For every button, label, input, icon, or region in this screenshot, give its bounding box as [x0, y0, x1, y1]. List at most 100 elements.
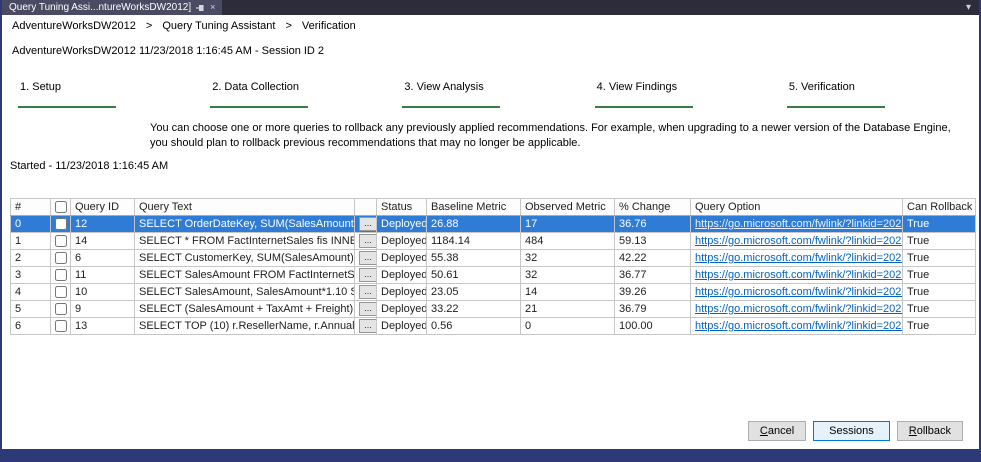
step-label: 4. View Findings: [596, 81, 678, 93]
column-header-query-id[interactable]: Query ID: [70, 197, 135, 216]
expand-query-text-button[interactable]: ...: [359, 216, 376, 231]
query-option-link[interactable]: https://go.microsoft.com/fwlink/?linkid=…: [695, 235, 902, 247]
table-row[interactable]: 5 9 SELECT (SalesAmount + TaxAmt + Freig…: [10, 299, 976, 318]
query-option-link[interactable]: https://go.microsoft.com/fwlink/?linkid=…: [695, 252, 902, 264]
column-header-query-text[interactable]: Query Text: [134, 197, 355, 216]
table-row[interactable]: 1 14 SELECT * FROM FactInternetSales fis…: [10, 231, 976, 250]
column-header-query-option[interactable]: Query Option: [690, 197, 903, 216]
cell-query-text: SELECT SalesAmount FROM FactInternetSale…: [134, 265, 355, 284]
wizard-step-verification[interactable]: 5. Verification: [779, 81, 971, 108]
cell-baseline-metric: 50.61: [426, 265, 521, 284]
query-option-link[interactable]: https://go.microsoft.com/fwlink/?linkid=…: [695, 303, 902, 315]
cell-expand: ...: [354, 316, 377, 335]
cell-baseline-metric: 1184.14: [426, 231, 521, 250]
cell-expand: ...: [354, 248, 377, 267]
pin-icon[interactable]: [196, 4, 205, 12]
row-select-checkbox[interactable]: [55, 268, 67, 281]
cell-query-text: SELECT * FROM FactInternetSales fis INNE…: [134, 231, 355, 250]
table-row[interactable]: 0 12 SELECT OrderDateKey, SUM(SalesAmoun…: [10, 214, 976, 233]
cell-observed-metric: 32: [520, 248, 615, 267]
breadcrumb-item-database: AdventureWorksDW2012: [12, 20, 136, 32]
row-select-checkbox[interactable]: [55, 251, 67, 264]
cell-query-id: 12: [70, 214, 135, 233]
cell-baseline-metric: 26.88: [426, 214, 521, 233]
rollback-button-label: Rollback: [908, 425, 951, 437]
close-icon[interactable]: ×: [210, 3, 215, 12]
cell-observed-metric: 32: [520, 265, 615, 284]
column-header-baseline-metric[interactable]: Baseline Metric: [426, 197, 521, 216]
row-select-checkbox[interactable]: [55, 217, 67, 230]
cell-query-option: https://go.microsoft.com/fwlink/?linkid=…: [690, 282, 903, 301]
cell-select: [50, 265, 71, 284]
expand-query-text-button[interactable]: ...: [359, 250, 376, 265]
cell-can-rollback: True: [902, 265, 976, 284]
rollback-button[interactable]: Rollback: [896, 421, 963, 441]
cell-observed-metric: 0: [520, 316, 615, 335]
tab-overflow-button[interactable]: ▾: [958, 0, 979, 15]
cell-status: Deployed: [376, 299, 427, 318]
expand-query-text-button[interactable]: ...: [359, 301, 376, 316]
cell-query-option: https://go.microsoft.com/fwlink/?linkid=…: [690, 248, 903, 267]
cell-observed-metric: 484: [520, 231, 615, 250]
table-row[interactable]: 2 6 SELECT CustomerKey, SUM(SalesAmount)…: [10, 248, 976, 267]
expand-query-text-button[interactable]: ...: [359, 233, 376, 248]
cell-status: Deployed: [376, 231, 427, 250]
main-content: AdventureWorksDW2012 > Query Tuning Assist…: [2, 15, 979, 449]
cancel-button[interactable]: Cancel: [747, 421, 807, 441]
breadcrumb-item-step: Verification: [301, 20, 356, 32]
cell-status: Deployed: [376, 316, 427, 335]
step-label: 3. View Analysis: [404, 81, 484, 93]
column-header-pct-change[interactable]: % Change: [614, 197, 691, 216]
cell-status: Deployed: [376, 214, 427, 233]
query-option-link[interactable]: https://go.microsoft.com/fwlink/?linkid=…: [695, 218, 902, 230]
column-header-can-rollback[interactable]: Can Rollback: [902, 197, 976, 216]
breadcrumb: AdventureWorksDW2012 > Query Tuning Assist…: [2, 15, 979, 32]
document-tab-bar: Query Tuning Assi...ntureWorksDW2012] × …: [2, 0, 979, 15]
cell-baseline-metric: 55.38: [426, 248, 521, 267]
column-header-index[interactable]: #: [10, 197, 51, 216]
wizard-step-view-findings[interactable]: 4. View Findings: [587, 81, 779, 108]
wizard-step-data-collection[interactable]: 2. Data Collection: [202, 81, 394, 108]
expand-query-text-button[interactable]: ...: [359, 267, 376, 282]
query-option-link[interactable]: https://go.microsoft.com/fwlink/?linkid=…: [695, 320, 902, 332]
select-all-checkbox[interactable]: [55, 200, 67, 213]
query-option-link[interactable]: https://go.microsoft.com/fwlink/?linkid=…: [695, 286, 902, 298]
chevron-down-icon: ▾: [965, 2, 971, 13]
row-select-checkbox[interactable]: [55, 285, 67, 298]
status-bar: [2, 449, 979, 462]
sessions-button[interactable]: Sessions: [813, 421, 890, 441]
table-row[interactable]: 4 10 SELECT SalesAmount, SalesAmount*1.1…: [10, 282, 976, 301]
cell-status: Deployed: [376, 248, 427, 267]
cell-pct-change: 39.26: [614, 282, 691, 301]
breadcrumb-item-tool: Query Tuning Assistant: [162, 20, 276, 32]
expand-query-text-button[interactable]: ...: [359, 284, 376, 299]
cell-expand: ...: [354, 265, 377, 284]
column-header-expand: [354, 197, 377, 216]
row-select-checkbox[interactable]: [55, 302, 67, 315]
wizard-step-view-analysis[interactable]: 3. View Analysis: [394, 81, 586, 108]
row-select-checkbox[interactable]: [55, 319, 67, 332]
table-row[interactable]: 6 13 SELECT TOP (10) r.ResellerName, r.A…: [10, 316, 976, 335]
column-header-observed-metric[interactable]: Observed Metric: [520, 197, 615, 216]
cell-select: [50, 231, 71, 250]
expand-query-text-button[interactable]: ...: [359, 318, 376, 333]
cell-row-number: 3: [10, 265, 51, 284]
cell-row-number: 0: [10, 214, 51, 233]
query-option-link[interactable]: https://go.microsoft.com/fwlink/?linkid=…: [695, 269, 902, 281]
cell-observed-metric: 21: [520, 299, 615, 318]
cell-select: [50, 214, 71, 233]
wizard-step-setup[interactable]: 1. Setup: [10, 81, 202, 108]
step-underline: [402, 106, 501, 108]
document-tab[interactable]: Query Tuning Assi...ntureWorksDW2012] ×: [2, 0, 223, 15]
table-row[interactable]: 3 11 SELECT SalesAmount FROM FactInterne…: [10, 265, 976, 284]
cell-row-number: 2: [10, 248, 51, 267]
breadcrumb-separator: >: [285, 20, 292, 32]
qta-window: Query Tuning Assi...ntureWorksDW2012] × …: [0, 0, 981, 462]
cell-row-number: 4: [10, 282, 51, 301]
column-header-status[interactable]: Status: [376, 197, 427, 216]
row-select-checkbox[interactable]: [55, 234, 67, 247]
wizard-steps: 1. Setup 2. Data Collection 3. View Anal…: [10, 81, 971, 108]
cell-expand: ...: [354, 231, 377, 250]
column-header-select: [50, 197, 71, 216]
step-underline: [786, 106, 885, 108]
